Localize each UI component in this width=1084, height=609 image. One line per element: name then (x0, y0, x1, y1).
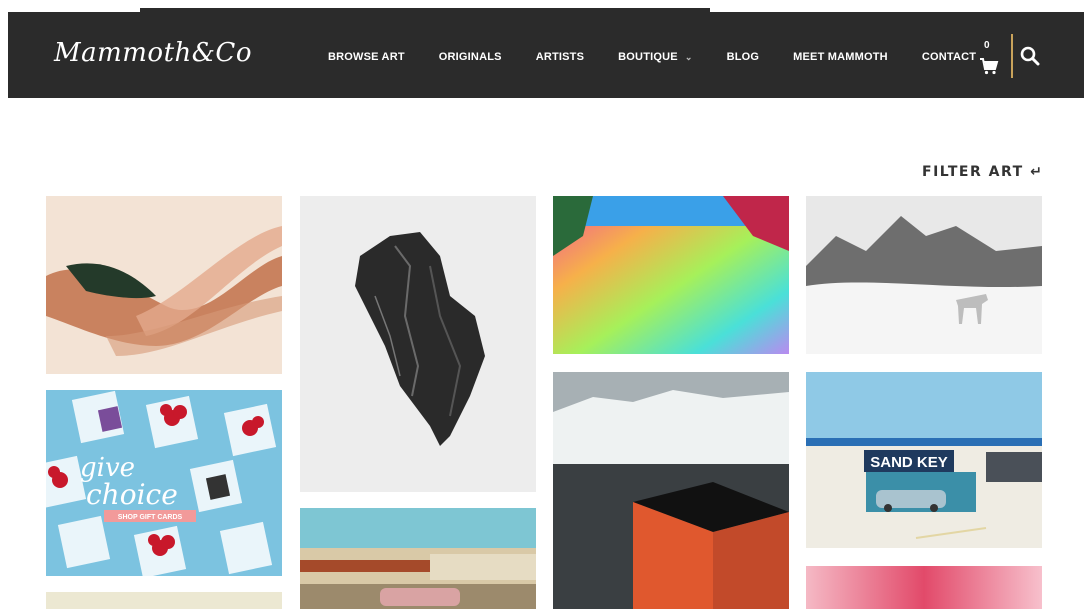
artwork-pink-light[interactable] (806, 566, 1042, 609)
header-divider (1011, 34, 1013, 78)
svg-text:SHOP GIFT CARDS: SHOP GIFT CARDS (118, 514, 183, 521)
artwork-rainbow-field[interactable] (553, 196, 789, 354)
brand-logo[interactable]: Mammoth&Co (54, 38, 252, 68)
nav-originals[interactable]: ORIGINALS (439, 51, 502, 63)
cart-icon (980, 58, 999, 75)
artwork-charcoal-rock[interactable] (300, 196, 536, 492)
filter-art-button[interactable]: FILTER ART ↵ (922, 164, 1043, 180)
corner-arrow-icon: ↵ (1030, 164, 1044, 180)
main-nav: BROWSE ART ORIGINALS ARTISTS BOUTIQUE ⌄ B… (328, 51, 976, 63)
artwork-glacier-pavilion[interactable] (553, 372, 789, 609)
nav-artists[interactable]: ARTISTS (536, 51, 584, 63)
search-button[interactable] (1020, 46, 1040, 71)
artwork-abstract-brush[interactable] (46, 196, 282, 374)
nav-blog[interactable]: BLOG (727, 51, 760, 63)
nav-meet-mammoth[interactable]: MEET MAMMOTH (793, 51, 888, 63)
nav-boutique[interactable]: BOUTIQUE ⌄ (618, 51, 692, 63)
chevron-down-icon: ⌄ (684, 51, 693, 62)
cart-button[interactable]: 0 (976, 40, 1002, 80)
nav-contact[interactable]: CONTACT (922, 51, 976, 63)
svg-text:SAND KEY: SAND KEY (870, 454, 948, 471)
artwork-partial-1[interactable] (46, 592, 282, 609)
nav-browse-art[interactable]: BROWSE ART (328, 51, 405, 63)
artwork-horse-mountain[interactable] (806, 196, 1042, 354)
artwork-sand-key-motel[interactable]: SAND KEY (806, 372, 1042, 548)
artwork-retro-building[interactable] (300, 508, 536, 609)
site-header: Mammoth&Co BROWSE ART ORIGINALS ARTISTS … (8, 12, 1084, 98)
top-strip (0, 0, 1084, 12)
gift-text-choice: choice (86, 478, 178, 511)
cart-count: 0 (984, 40, 990, 51)
search-icon (1020, 46, 1040, 66)
gift-card-promo[interactable]: give choice SHOP GIFT CARDS (46, 390, 282, 576)
